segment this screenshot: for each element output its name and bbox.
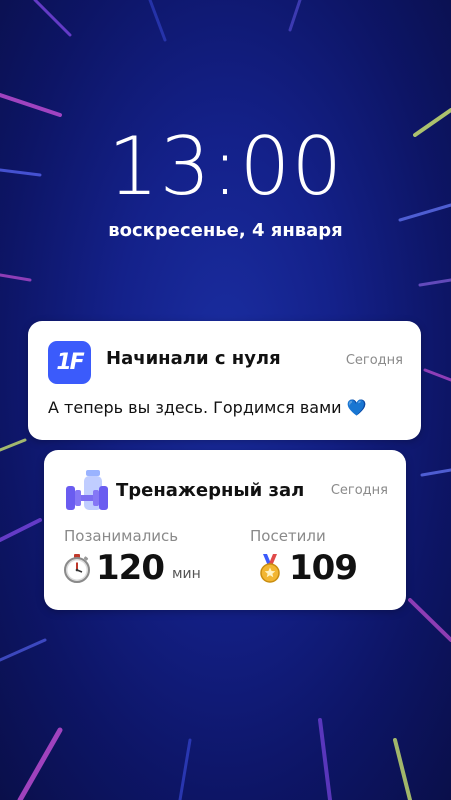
notification-card-gym[interactable]: Тренажерный зал Сегодня Позанимались Пос… — [44, 450, 406, 610]
notification-title: Тренажерный зал — [116, 480, 305, 501]
notification-body-text: А теперь вы здесь. Гордимся вами — [48, 398, 342, 417]
gym-equipment-icon — [66, 470, 108, 510]
notification-time: Сегодня — [345, 353, 403, 368]
notification-time: Сегодня — [330, 483, 388, 498]
stat-label-minutes: Позанимались — [64, 527, 179, 545]
stat-minutes-unit: мин — [171, 566, 201, 582]
blue-heart-icon: 💙 — [346, 398, 367, 417]
notification-body: А теперь вы здесь. Гордимся вами 💙 — [48, 398, 367, 417]
medal-icon — [260, 554, 280, 583]
notification-title: Начинали с нуля — [106, 348, 281, 369]
app-icon-1f: 1F — [48, 341, 91, 384]
stat-visits: 109 — [255, 546, 358, 590]
notification-card-motivation[interactable]: 1F Начинали с нуля Сегодня А теперь вы з… — [28, 321, 421, 440]
lockscreen-clock: 13:00 — [107, 120, 344, 213]
stat-minutes: 120 мин — [62, 546, 201, 590]
stat-minutes-value: 120 — [96, 548, 165, 588]
stat-visits-value: 109 — [289, 548, 358, 588]
stopwatch-icon — [64, 554, 90, 583]
lockscreen-date: воскресенье, 4 января — [108, 220, 343, 241]
stat-label-visits: Посетили — [250, 527, 326, 545]
